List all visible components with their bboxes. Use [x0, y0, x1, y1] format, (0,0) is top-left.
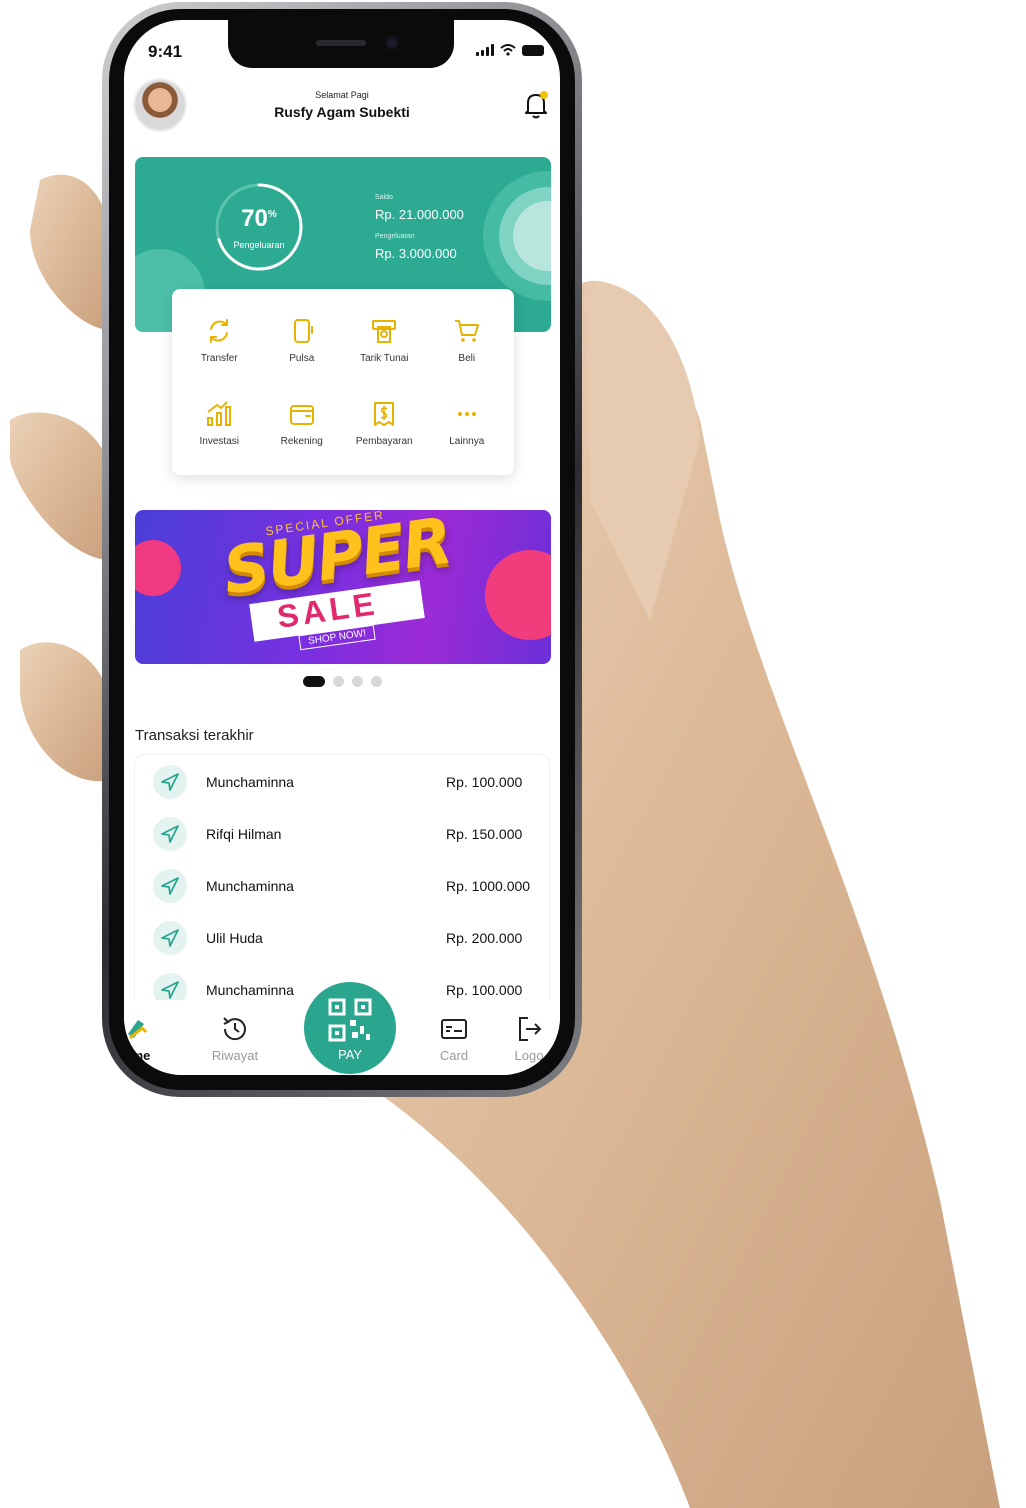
nav-card[interactable]: Card: [419, 1014, 489, 1063]
pay-label: PAY: [337, 1047, 363, 1062]
send-icon: [153, 765, 187, 799]
carousel-dot[interactable]: [332, 676, 344, 687]
logout-icon: [519, 1017, 542, 1041]
menu-tarik-tunai[interactable]: Tarik Tunai: [343, 299, 426, 382]
decor-circle: [485, 550, 551, 640]
carousel-dot-active[interactable]: [302, 676, 325, 687]
status-icons: [476, 44, 544, 56]
pengeluaran-label: Pengeluaran: [375, 233, 415, 240]
chart-icon: [207, 401, 232, 426]
menu-label: Lainnya: [449, 436, 485, 447]
send-icon: [153, 869, 187, 903]
more-icon: [457, 412, 476, 416]
menu-pembayaran[interactable]: Pembayaran: [343, 382, 426, 465]
transaction-name: Munchaminna: [206, 982, 294, 998]
phone-screen: 9:41 Selamat Pagi Rusfy Agam Subekti 70%…: [124, 20, 560, 1075]
send-icon: [153, 921, 187, 955]
gauge-value: 70%: [241, 205, 277, 232]
gauge-label: Pengeluaran: [233, 240, 285, 250]
transaction-amount: Rp. 1000.000: [446, 878, 531, 894]
transaction-amount: Rp. 150.000: [446, 826, 523, 842]
carousel-dot[interactable]: [370, 676, 382, 687]
battery-icon: [522, 44, 544, 56]
nav-label: Card: [439, 1048, 469, 1063]
phone-frame: 9:41 Selamat Pagi Rusfy Agam Subekti 70%…: [102, 2, 582, 1097]
front-camera-icon: [384, 35, 400, 51]
send-icon: [153, 817, 187, 851]
carousel-dot[interactable]: [351, 676, 363, 687]
nav-home[interactable]: ome: [124, 1014, 172, 1063]
qr-code-icon: [328, 998, 372, 1042]
pengeluaran-value: Rp. 3.000.000: [375, 246, 457, 261]
atm-icon: [372, 320, 397, 343]
menu-lainnya[interactable]: Lainnya: [426, 382, 509, 465]
status-time: 9:41: [148, 42, 183, 61]
menu-beli[interactable]: Beli: [426, 299, 509, 382]
nav-label: Logo: [514, 1048, 544, 1063]
bill-icon: [374, 402, 395, 426]
wifi-icon: [500, 44, 516, 56]
menu-label: Investasi: [199, 436, 239, 447]
transaction-amount: Rp. 100.000: [446, 774, 523, 790]
speaker-grille: [316, 40, 366, 46]
menu-pulsa[interactable]: Pulsa: [261, 299, 344, 382]
history-icon: [223, 1017, 246, 1041]
notification-bell-icon[interactable]: [522, 90, 550, 120]
transaction-amount: Rp. 200.000: [446, 930, 523, 946]
menu-transfer[interactable]: Transfer: [178, 299, 261, 382]
carousel-dots: [124, 676, 560, 687]
menu-label: Transfer: [200, 353, 238, 364]
menu-rekening[interactable]: Rekening: [261, 382, 344, 465]
nav-logout[interactable]: Logo: [494, 1014, 560, 1063]
promo-banner[interactable]: SPECIAL OFFER SUPER SALE SHOP NOW!: [135, 510, 551, 664]
transaction-name: Rifqi Hilman: [206, 826, 282, 842]
app-logo-icon: [128, 1020, 148, 1040]
transaction-name: Ulil Huda: [206, 930, 263, 946]
list-item[interactable]: Rifqi Hilman Rp. 150.000: [135, 807, 549, 859]
notch: [228, 20, 454, 68]
list-item[interactable]: Ulil Huda Rp. 200.000: [135, 911, 549, 963]
list-item[interactable]: Munchaminna Rp. 100.000: [135, 755, 549, 807]
cart-icon: [454, 320, 479, 342]
menu-label: Tarik Tunai: [360, 353, 409, 364]
nav-history[interactable]: Riwayat: [200, 1014, 270, 1063]
phone-icon: [293, 319, 313, 343]
saldo-label: Saldo: [375, 194, 393, 201]
user-name: Rusfy Agam Subekti: [274, 104, 410, 120]
transactions-title: Transaksi terakhir: [135, 727, 254, 744]
pay-button[interactable]: PAY: [304, 982, 396, 1074]
signal-icon: [476, 44, 494, 56]
menu-label: Rekening: [280, 436, 323, 447]
wallet-icon: [289, 405, 314, 425]
transaction-name: Munchaminna: [206, 774, 294, 790]
transaction-amount: Rp. 100.000: [446, 982, 523, 998]
transfer-icon: [210, 319, 229, 343]
transaction-name: Munchaminna: [206, 878, 294, 894]
menu-investasi[interactable]: Investasi: [178, 382, 261, 465]
saldo-value: Rp. 21.000.000: [375, 207, 464, 222]
nav-label: Riwayat: [211, 1048, 259, 1063]
quick-menu: Transfer Pulsa Tarik Tunai Beli Investas…: [172, 289, 514, 475]
menu-label: Pembayaran: [355, 436, 413, 447]
card-icon: [441, 1019, 467, 1039]
greeting-text: Selamat Pagi: [315, 90, 369, 100]
menu-label: Pulsa: [289, 353, 315, 364]
list-item[interactable]: Munchaminna Rp. 1000.000: [135, 859, 549, 911]
menu-label: Beli: [458, 353, 476, 364]
nav-label: ome: [124, 1048, 151, 1063]
decor-circle: [135, 540, 181, 596]
